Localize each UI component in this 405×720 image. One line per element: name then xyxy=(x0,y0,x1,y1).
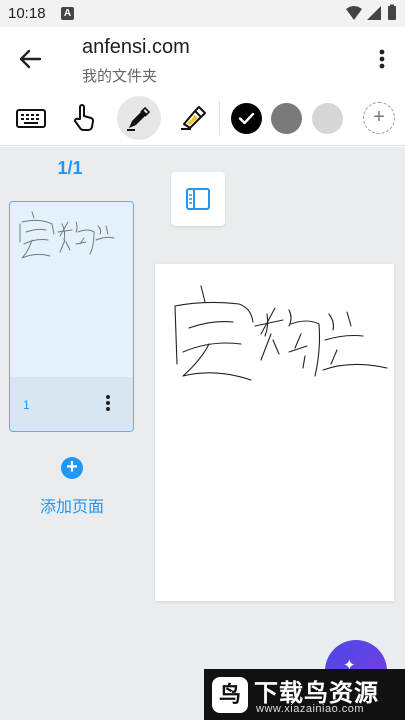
toolbar-divider xyxy=(219,101,220,135)
highlighter-icon xyxy=(181,106,206,130)
drawing-toolbar: + xyxy=(0,91,405,146)
thumbnail-handwriting xyxy=(19,211,115,259)
app-bar: anfensi.com 我的文件夹 xyxy=(0,27,405,91)
sidebar-panel-icon xyxy=(186,188,210,210)
watermark-logo: 鸟 xyxy=(212,677,248,713)
status-bar: 10:18 A xyxy=(0,0,405,27)
page-indicator: 1/1 xyxy=(57,158,83,178)
keyboard-tool-button[interactable] xyxy=(9,96,53,140)
hand-tool-button[interactable] xyxy=(62,96,106,140)
highlighter-tool-button[interactable] xyxy=(171,96,215,140)
page-handwriting xyxy=(174,285,388,381)
add-page-button[interactable]: 添加页面 xyxy=(0,493,144,517)
drawing-page[interactable] xyxy=(155,264,394,601)
add-page-icon[interactable]: + xyxy=(61,457,83,479)
hand-touch-icon xyxy=(74,104,94,131)
keyboard-icon xyxy=(16,109,46,128)
checkmark-icon xyxy=(238,112,255,125)
add-color-button[interactable]: + xyxy=(363,102,395,134)
page-sidebar: 1/1 1 + 添加页面 xyxy=(0,147,144,720)
page-menu-icon[interactable] xyxy=(98,391,118,415)
wifi-icon xyxy=(346,6,362,20)
folder-subtitle: 我的文件夹 xyxy=(82,68,158,85)
status-time: 10:18 xyxy=(8,5,46,22)
back-arrow-icon[interactable] xyxy=(14,43,46,75)
color-swatch-gray[interactable] xyxy=(271,103,302,134)
sidebar-toggle-button[interactable] xyxy=(171,172,225,226)
page-title: anfensi.com xyxy=(82,36,190,58)
pen-tool-button[interactable] xyxy=(117,96,161,140)
battery-icon xyxy=(388,4,396,20)
watermark-url: www.xiazainiao.com xyxy=(256,703,365,715)
more-options-icon[interactable] xyxy=(368,43,396,75)
color-swatch-black[interactable] xyxy=(231,103,262,134)
thumbnail-footer: 1 xyxy=(10,377,133,431)
color-swatch-light-gray[interactable] xyxy=(312,103,343,134)
thumbnail-page-number: 1 xyxy=(23,398,30,412)
cell-signal-icon xyxy=(367,6,381,20)
pen-icon xyxy=(127,106,151,131)
canvas-area xyxy=(144,147,405,720)
page-thumbnail[interactable]: 1 xyxy=(9,201,134,432)
watermark-banner: 鸟 下载鸟资源 www.xiazainiao.com xyxy=(204,669,405,720)
notification-a-icon: A xyxy=(61,7,74,20)
